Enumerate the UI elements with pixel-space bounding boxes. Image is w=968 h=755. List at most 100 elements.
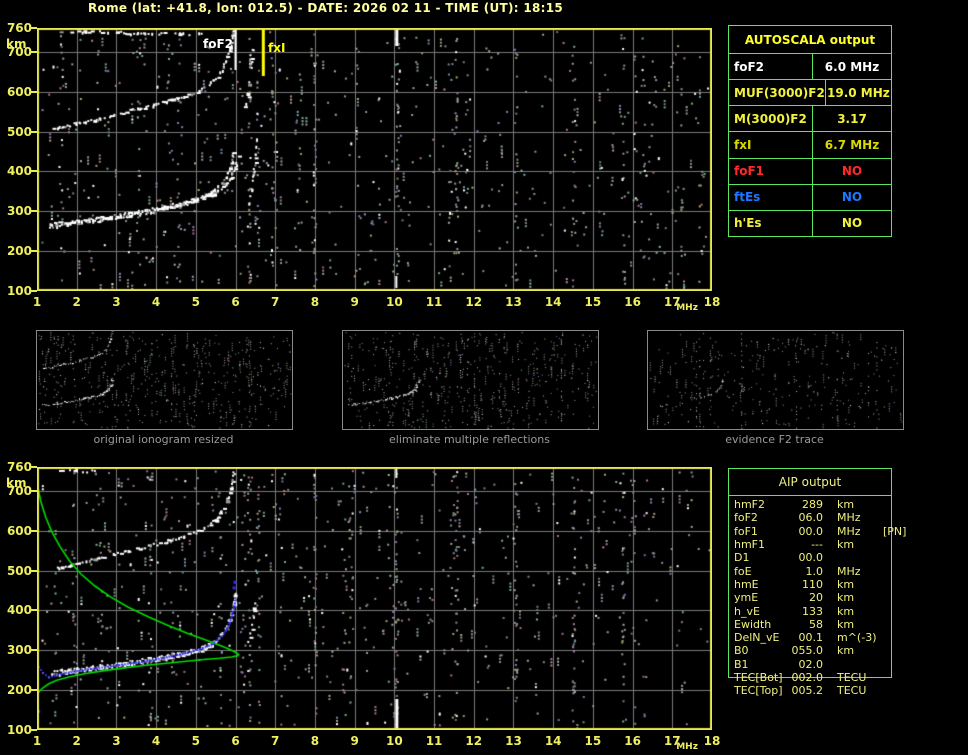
aip-row: foF2 06.0 MHz [729,511,891,524]
bottom-x-tick-label: 5 [191,734,200,748]
aip-row-value: 06.0 [798,511,824,525]
autoscala-window: { "header": { "title": "Rome (lat: +41.8… [0,0,968,755]
thumbnail-original-ionogram [36,330,293,430]
aip-row-unit: km [837,644,855,658]
aip-row: TEC[Top] 005.2 TECU [729,684,891,697]
autoscala-row-label: h'Es [729,210,813,236]
bottom-x-tick-label: 10 [385,734,403,748]
bottom-y-tick-label: 200 [6,683,32,698]
autoscala-row: h'Es NO [729,210,891,236]
aip-row-value: 02.0 [798,657,824,671]
top-x-tick-label: 18 [703,295,721,309]
autoscala-row-value: 6.7 MHz [824,137,880,152]
autoscala-row: ftEs NO [729,184,891,211]
top-x-tick-label: 7 [271,295,280,309]
top-x-tick-label: 4 [151,295,161,309]
aip-row-unit: m^(-3) [837,631,877,645]
top-x-tick-label: 9 [350,295,359,309]
aip-row-label: hmF2 [734,498,766,512]
aip-row: B0 055.0 km [729,644,891,657]
top-x-tick-label: 5 [191,295,200,309]
autoscala-row: fxI 6.7 MHz [729,132,891,159]
bottom-x-tick-label: 8 [310,734,320,748]
aip-row-label: D1 [734,551,750,565]
aip-row-label: foF1 [734,524,758,538]
aip-row-unit: km [837,617,855,631]
aip-row: Ewidth 58 km [729,618,891,631]
aip-row-label: ymE [734,591,759,605]
top-y-tick [30,250,37,253]
aip-row-label: h_vE [734,604,760,618]
thumbnail-evidence-canvas [648,331,903,429]
aip-row-label: foE [734,564,752,578]
autoscala-row-label: foF2 [729,54,813,80]
aip-row-unit: km [837,498,855,512]
autoscala-output-table: AUTOSCALA output foF2 6.0 MHz MUF(3000)F2 1… [728,25,892,237]
aip-row: DelN_vE 00.1 m^(-3) [729,631,891,644]
bottom-y-tick [30,649,37,652]
aip-row-unit: TECU [837,684,867,698]
top-x-tick-label: 15 [584,295,602,309]
bottom-y-tick-label: 400 [6,603,32,618]
aip-row-value: 005.2 [791,684,824,698]
aip-row-label: Ewidth [734,617,772,631]
top-y-tick-label: 500 [6,124,32,139]
autoscala-row-value: 6.0 MHz [824,59,880,74]
aip-row: foF1 00.0 MHz [PN] [729,524,906,538]
autoscala-row: MUF(3000)F2 19.0 MHz [729,80,891,107]
top-y-tick-label: 200 [6,244,32,259]
top-y-tick [30,170,37,173]
top-mhz-unit-label: MHz [676,303,698,313]
aip-row-label: foF2 [734,511,758,525]
bottom-x-tick-label: 12 [465,734,483,748]
bottom-x-tick-label: 7 [271,734,280,748]
aip-row-unit: km [837,604,855,618]
aip-row-value: 00.0 [798,551,824,565]
aip-row: TEC[Bot] 002.0 TECU [729,671,891,684]
bottom-km-unit-label: km [6,476,27,490]
autoscala-row-label: foF1 [729,158,813,184]
aip-row-value: 110 [802,577,823,591]
aip-row-unit: km [837,577,855,591]
top-x-tick-label: 2 [72,295,81,309]
aip-row-value: 00.1 [798,631,824,645]
top-y-tick-label: 760 [6,21,32,35]
bottom-ionogram-canvas [37,467,712,730]
bottom-y-tick [30,729,37,731]
autoscala-row: foF1 NO [729,158,891,185]
bottom-y-tick-label: 500 [6,563,32,578]
aip-table-body: hmF2 289 km foF2 06.0 MHz foF1 00.0 MHz [PN] hmF1 -… [729,498,906,697]
autoscala-table-title: AUTOSCALA output [729,26,891,54]
aip-row-label: TEC[Bot] [734,671,783,684]
aip-row-unit: MHz [837,511,861,525]
top-y-tick [30,27,37,29]
aip-row: h_vE 133 km [729,604,891,618]
aip-row-value: 20 [809,591,823,605]
autoscala-row-label: M(3000)F2 [729,106,813,132]
aip-table-title: AIP output [729,469,891,496]
autoscala-row-value: 3.17 [837,111,867,126]
bottom-x-tick-label: 4 [151,734,161,748]
bottom-x-tick-label: 2 [72,734,81,748]
top-y-tick [30,90,37,93]
aip-row-label: hmE [734,577,759,591]
aip-row: B1 02.0 [729,658,891,671]
top-x-tick-label: 11 [425,295,443,309]
bottom-x-tick-label: 14 [544,734,562,748]
top-y-tick [30,210,37,213]
top-x-tick-label: 13 [505,295,522,309]
top-x-tick-label: 3 [112,295,121,309]
bottom-x-tick-label: 3 [112,734,121,748]
bottom-x-tick-label: 15 [584,734,602,748]
top-x-tick-label: 6 [231,295,240,309]
top-y-tick-label: 300 [6,204,32,219]
aip-row: hmF1 --- km [729,538,891,551]
top-x-tick-label: 16 [624,295,641,309]
aip-row: hmE 110 km [729,578,891,591]
aip-row-value: --- [811,538,823,552]
thumbnail-caption-evidence: evidence F2 trace [725,433,824,446]
aip-row: D1 00.0 [729,551,891,564]
aip-row-unit: TECU [837,671,867,684]
aip-row: hmF2 289 km [729,498,891,511]
top-y-tick [30,290,37,292]
